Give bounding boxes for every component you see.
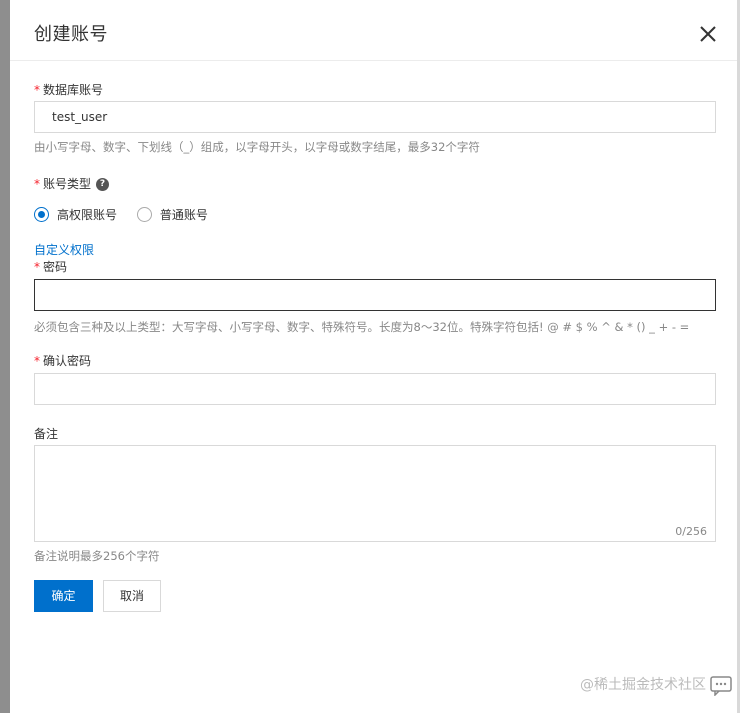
remark-label: 备注 <box>34 427 59 441</box>
db-account-input[interactable]: test_user <box>34 101 716 133</box>
watermark: @稀土掘金技术社区 <box>580 677 706 693</box>
account-type-radio-group: 高权限账号 普通账号 <box>34 206 224 225</box>
background-sidebar <box>0 0 10 713</box>
custom-permission-link[interactable]: 自定义权限 <box>34 241 94 258</box>
confirm-button[interactable]: 确定 <box>34 580 93 612</box>
cancel-button[interactable]: 取消 <box>103 580 161 612</box>
remark-textarea[interactable]: 0/256 <box>34 445 716 542</box>
db-account-hint: 由小写字母、数字、下划线（_）组成，以字母开头，以字母或数字结尾，最多32个字符 <box>34 140 480 154</box>
radio-high-privilege[interactable]: 高权限账号 <box>34 206 117 223</box>
confirm-password-label: * 确认密码 <box>34 354 92 368</box>
remark-counter: 0/256 <box>675 525 707 538</box>
radio-checked-icon[interactable] <box>34 207 49 222</box>
dialog-title: 创建账号 <box>34 24 108 45</box>
password-input[interactable] <box>34 279 716 311</box>
password-hint: 必须包含三种及以上类型：大写字母、小写字母、数字、特殊符号。长度为8～32位。特… <box>34 320 690 334</box>
remark-hint: 备注说明最多256个字符 <box>34 549 160 563</box>
required-mark: * <box>34 83 40 97</box>
dialog-header: 创建账号 <box>10 0 737 61</box>
db-account-label: * 数据库账号 <box>34 83 104 97</box>
radio-normal[interactable]: 普通账号 <box>136 206 208 223</box>
account-type-label: * 账号类型? <box>34 175 110 192</box>
required-mark: * <box>34 177 40 191</box>
create-account-dialog: 创建账号 * 数据库账号 test_user 由小写字母、数字、下划线（_）组成，… <box>10 0 737 713</box>
chat-icon[interactable] <box>710 676 732 696</box>
password-label: * 密码 <box>34 260 68 274</box>
required-mark: * <box>34 354 40 368</box>
close-icon[interactable] <box>699 25 717 43</box>
radio-unchecked-icon[interactable] <box>136 207 152 222</box>
required-mark: * <box>34 260 40 274</box>
help-icon[interactable]: ? <box>96 178 110 191</box>
confirm-password-input[interactable] <box>34 373 716 405</box>
